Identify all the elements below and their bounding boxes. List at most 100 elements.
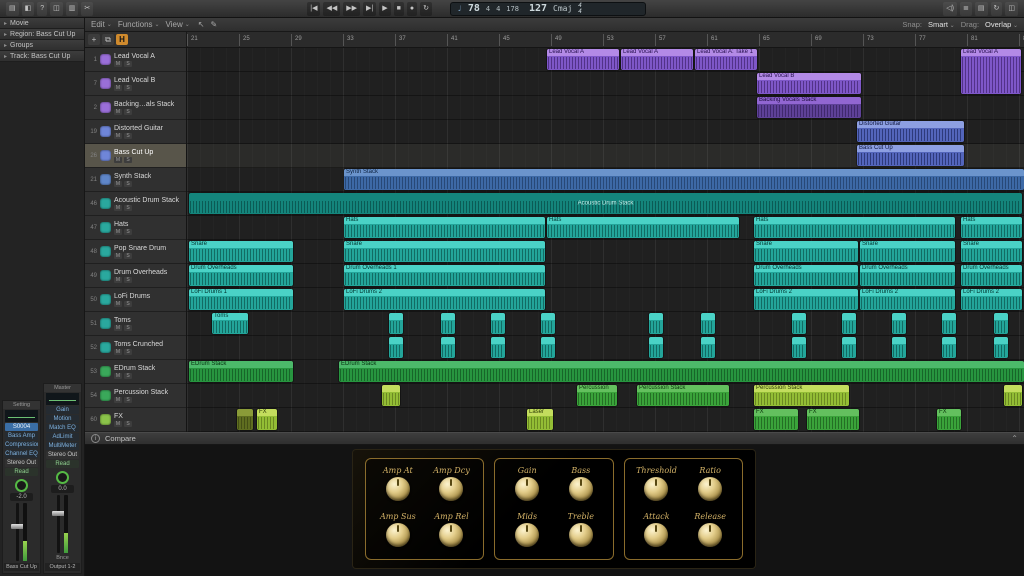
region-backing-vocals-stack[interactable]: Backing Vocals Stack [757, 97, 861, 118]
mute-button[interactable]: M [114, 397, 122, 403]
region-clip[interactable] [541, 313, 555, 334]
region-clip[interactable] [792, 313, 806, 334]
strip-setting-button[interactable]: Master [44, 384, 81, 392]
inspector-icon[interactable]: ◧ [21, 1, 35, 16]
mute-button[interactable]: M [114, 421, 122, 427]
volume-readout[interactable]: 0.0 [51, 485, 74, 493]
patch-slot[interactable]: S0004 [5, 423, 38, 431]
plugin-slot[interactable]: Compression [5, 441, 38, 449]
info-icon[interactable]: i [91, 434, 100, 443]
mids-knob[interactable] [515, 522, 540, 547]
region-clip[interactable] [942, 313, 956, 334]
amp-at-knob[interactable] [385, 477, 410, 501]
mute-button[interactable]: M [114, 157, 122, 163]
plugin-slot[interactable]: Gain [46, 406, 79, 414]
region-lofi-drums-2[interactable]: LoFi Drums 2 [961, 289, 1022, 310]
strip-track-name[interactable]: Bass Cut Up [4, 563, 39, 571]
region-drum-overheads[interactable]: Drum Overheads [860, 265, 955, 286]
track-header-drum-overheads[interactable]: 49 Drum Overheads M S [85, 264, 186, 288]
track-header-percussion-stack[interactable]: 54 Percussion Stack M S [85, 384, 186, 408]
editors-icon[interactable]: ✂ [81, 1, 94, 16]
region-clip[interactable] [842, 313, 856, 334]
disclosure-triangle-icon[interactable]: ▸ [4, 20, 7, 27]
inspector-section-movie[interactable]: ▸ Movie [0, 18, 84, 29]
region-clip[interactable] [491, 313, 505, 334]
amp-dcy-knob[interactable] [439, 477, 464, 501]
region-clip[interactable] [994, 313, 1008, 334]
go-to-end-button[interactable]: ▶| [363, 1, 377, 16]
region-clip[interactable] [441, 337, 455, 358]
rewind-button[interactable]: ◀◀ [323, 1, 341, 16]
region-lead-vocal-b[interactable]: Lead Vocal B [757, 73, 861, 94]
track-header-lead-vocal-a[interactable]: 1 Lead Vocal AMS [85, 48, 186, 72]
lcd-key-signature[interactable]: Cmaj [553, 4, 572, 13]
lcd-position-bar[interactable]: 78 [468, 3, 480, 14]
forward-button[interactable]: ▶▶ [343, 1, 361, 16]
lcd-time-signature[interactable]: 4 4 [578, 2, 582, 15]
solo-button[interactable]: S [124, 325, 132, 331]
duplicate-track-button[interactable]: ⧉ [102, 34, 114, 45]
plugin-slot[interactable]: MultiMeter [46, 442, 79, 450]
go-to-beginning-button[interactable]: |◀ [307, 1, 321, 16]
region-lead-vocal-a[interactable]: Lead Vocal A [547, 49, 619, 70]
mute-button[interactable]: M [114, 301, 122, 307]
solo-button[interactable]: S [124, 253, 132, 259]
region-clip[interactable] [892, 337, 906, 358]
region-lead-vocal-a-take-1[interactable]: Lead Vocal A: Take 1 [695, 49, 757, 70]
volume-readout[interactable]: -2.0 [10, 493, 33, 501]
region-hats[interactable]: Hats [961, 217, 1022, 238]
mute-button[interactable]: M [114, 253, 122, 259]
region-distorted-guitar[interactable]: Distorted Guitar [857, 121, 964, 142]
region-lead-vocal-a[interactable]: Lead Vocal A [961, 49, 1021, 94]
region-toms[interactable]: Toms [212, 313, 248, 334]
output-slot[interactable]: Stereo Out [46, 451, 79, 459]
output-slot[interactable]: Stereo Out [5, 459, 38, 467]
mute-button[interactable]: M [114, 325, 122, 331]
treble-knob[interactable] [568, 522, 593, 547]
track-header-toms-crunched[interactable]: 52 Toms Crunched M S [85, 336, 186, 360]
mute-button[interactable]: M [114, 349, 122, 355]
plugin-slot[interactable]: Motion [46, 415, 79, 423]
compare-button[interactable]: Compare [105, 434, 136, 443]
region-clip[interactable] [892, 313, 906, 334]
region-clip[interactable] [382, 385, 400, 406]
arrange-lane[interactable] [187, 96, 1024, 120]
region-drum-overheads[interactable]: Drum Overheads [754, 265, 858, 286]
lcd-tempo[interactable]: 127 [529, 3, 547, 14]
stop-button[interactable]: ■ [393, 1, 404, 16]
region-snare[interactable]: Snare [860, 241, 955, 262]
region-percussion-stack[interactable]: Percussion Stack [754, 385, 849, 406]
pencil-tool-icon[interactable]: ✎ [210, 20, 217, 29]
disclosure-triangle-icon[interactable]: ▸ [4, 31, 7, 38]
mute-button[interactable]: M [114, 229, 122, 235]
mute-button[interactable]: M [114, 181, 122, 187]
record-button[interactable]: ● [406, 1, 418, 16]
region-clip[interactable] [389, 337, 403, 358]
amp-sus-knob[interactable] [385, 522, 410, 547]
region-fx[interactable]: FX [754, 409, 798, 430]
region-bass-cut-up[interactable]: Bass Cut Up [857, 145, 964, 166]
track-header-pop-snare-drum[interactable]: 48 Pop Snare Drum M S [85, 240, 186, 264]
mute-button[interactable]: M [114, 61, 122, 67]
track-header-lead-vocal-b[interactable]: 7 Lead Vocal BMS [85, 72, 186, 96]
inspector-section-groups[interactable]: ▸ Groups [0, 40, 84, 51]
mute-button[interactable]: M [114, 205, 122, 211]
inspector-section-track[interactable]: ▸ Track: Bass Cut Up [0, 51, 84, 62]
track-header-backing-als-stack[interactable]: 2 Backing…als Stack M S [85, 96, 186, 120]
menu-edit[interactable]: Edit ⌄ [91, 20, 112, 29]
amp-rel-knob[interactable] [439, 522, 464, 547]
region-lofi-drums-2[interactable]: LoFi Drums 2 [860, 289, 955, 310]
region-clip[interactable] [389, 313, 403, 334]
eq-thumbnail[interactable] [46, 393, 79, 405]
bounce-button[interactable]: Bnce [44, 555, 81, 562]
region-lofi-drums-2[interactable]: LoFi Drums 2 [344, 289, 545, 310]
lcd-position-division[interactable]: 4 [496, 5, 500, 13]
region-lofi-drums-1[interactable]: LoFi Drums 1 [189, 289, 293, 310]
master-volume-icon[interactable]: ◁) [943, 1, 957, 16]
region-clip[interactable] [994, 337, 1008, 358]
mute-button[interactable]: M [114, 277, 122, 283]
lcd-position-beat[interactable]: 4 [486, 5, 490, 13]
track-header-synth-stack[interactable]: 21 Synth Stack M S [85, 168, 186, 192]
solo-button[interactable]: S [124, 181, 132, 187]
lcd-position-tick[interactable]: 178 [506, 5, 519, 13]
